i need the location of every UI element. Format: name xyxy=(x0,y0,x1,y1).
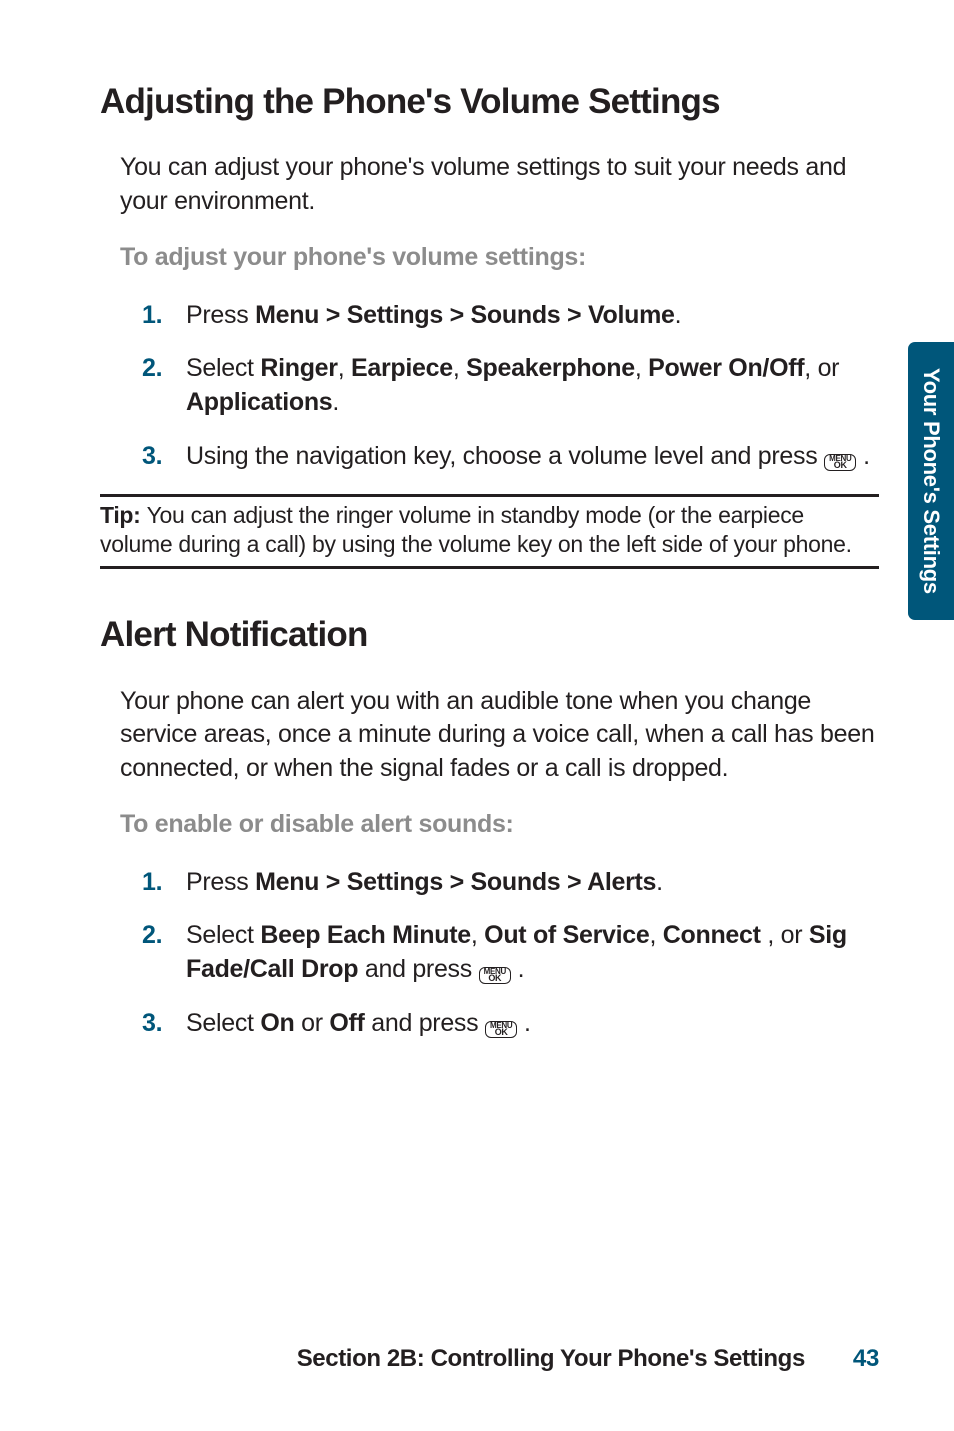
side-tab: Your Phone's Settings xyxy=(908,342,954,620)
steps-volume: 1. Press Menu > Settings > Sounds > Volu… xyxy=(120,299,879,474)
heading-volume: Adjusting the Phone's Volume Settings xyxy=(100,78,879,125)
step-number: 1. xyxy=(142,866,186,900)
menu-ok-icon: MENUOK xyxy=(485,1021,517,1038)
instr-volume: To adjust your phone's volume settings: xyxy=(120,241,879,275)
list-item: 2. Select Beep Each Minute, Out of Servi… xyxy=(142,919,879,987)
step-text: Press Menu > Settings > Sounds > Alerts. xyxy=(186,866,879,900)
steps-alert: 1. Press Menu > Settings > Sounds > Aler… xyxy=(120,866,879,1041)
instr-alert: To enable or disable alert sounds: xyxy=(120,808,879,842)
list-item: 2. Select Ringer, Earpiece, Speakerphone… xyxy=(142,352,879,420)
intro-alert: Your phone can alert you with an audible… xyxy=(120,685,879,786)
step-number: 1. xyxy=(142,299,186,333)
menu-ok-icon: MENUOK xyxy=(479,967,511,984)
step-number: 3. xyxy=(142,1007,186,1041)
list-item: 1. Press Menu > Settings > Sounds > Volu… xyxy=(142,299,879,333)
page-footer: Section 2B: Controlling Your Phone's Set… xyxy=(0,1343,954,1375)
side-tab-label: Your Phone's Settings xyxy=(916,368,946,594)
menu-ok-icon: MENUOK xyxy=(824,454,856,471)
intro-volume: You can adjust your phone's volume setti… xyxy=(120,151,879,219)
step-number: 2. xyxy=(142,352,186,386)
list-item: 1. Press Menu > Settings > Sounds > Aler… xyxy=(142,866,879,900)
footer-page: 43 xyxy=(853,1343,879,1375)
list-item: 3. Select On or Off and press MENUOK . xyxy=(142,1007,879,1041)
step-text: Select Beep Each Minute, Out of Service,… xyxy=(186,919,879,987)
step-text: Select Ringer, Earpiece, Speakerphone, P… xyxy=(186,352,879,420)
step-number: 3. xyxy=(142,440,186,474)
step-number: 2. xyxy=(142,919,186,953)
heading-alert: Alert Notification xyxy=(100,611,879,658)
step-text: Press Menu > Settings > Sounds > Volume. xyxy=(186,299,879,333)
step-text: Select On or Off and press MENUOK . xyxy=(186,1007,879,1041)
list-item: 3. Using the navigation key, choose a vo… xyxy=(142,440,879,474)
step-text: Using the navigation key, choose a volum… xyxy=(186,440,879,474)
divider xyxy=(100,494,879,497)
footer-section: Section 2B: Controlling Your Phone's Set… xyxy=(297,1343,805,1375)
divider xyxy=(100,566,879,569)
tip-text: Tip: You can adjust the ringer volume in… xyxy=(100,499,879,563)
